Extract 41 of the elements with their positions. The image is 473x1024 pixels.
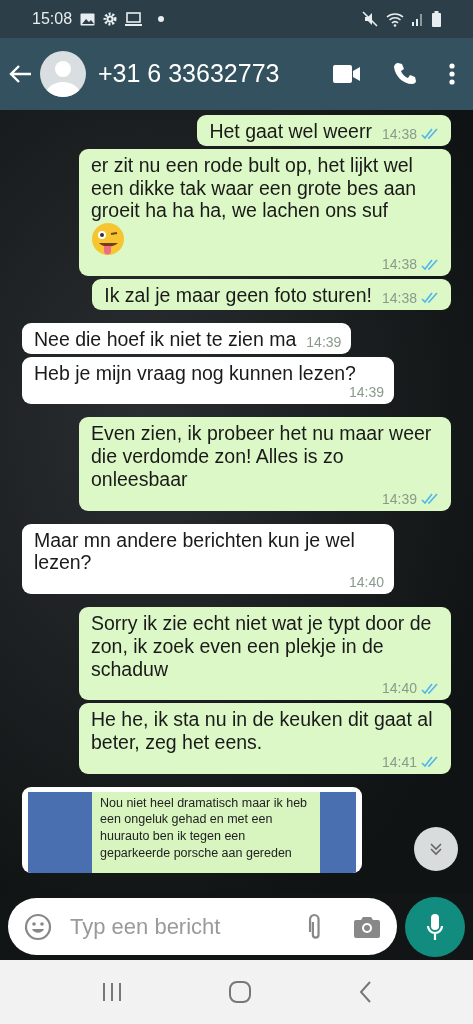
home-icon[interactable] xyxy=(229,981,252,1003)
mute-icon xyxy=(362,11,378,27)
avatar[interactable] xyxy=(40,51,86,97)
battery-icon xyxy=(432,11,441,27)
screenshot-message-text: Nou niet heel dramatisch maar ik heb een ongeluk gehad en met een huurauto ben ik tegen een geparkeerde porsche aan gereden xyxy=(92,791,320,873)
dot-icon xyxy=(158,16,165,22)
emoji-icon[interactable] xyxy=(24,912,52,941)
more-options-icon[interactable] xyxy=(449,63,455,85)
video-call-icon[interactable] xyxy=(333,65,361,83)
laptop-icon xyxy=(125,12,143,26)
message-time: 14:41 xyxy=(381,753,417,771)
recent-apps-icon[interactable] xyxy=(101,982,124,1002)
message-time: 14:38 xyxy=(381,126,417,143)
status-time: 15:08 xyxy=(32,9,73,29)
message-text: Nee die hoef ik niet te zien ma xyxy=(34,327,297,351)
message-time: 14:38 xyxy=(381,256,417,274)
back-icon[interactable] xyxy=(357,981,372,1003)
message-text: Maar mn andere berichten kun je wel lezen? xyxy=(34,528,356,575)
message-time: 14:39 xyxy=(306,333,342,351)
message-text: er zit nu een rode bult op, het lijkt wel een dikke tak waar een grote bes aan groeit ha ha ha, we lachen ons suf xyxy=(91,153,418,223)
message-text: Sorry ik zie echt niet wat je typt door de zon, ik zoek even een plekje in de schaduw xyxy=(91,611,433,681)
double-chevron-down-icon xyxy=(428,841,444,857)
camera-icon[interactable] xyxy=(353,914,381,939)
message-text: He he, ik sta nu in de keuken dit gaat al beter, zeg het eens. xyxy=(91,708,434,754)
image-icon xyxy=(80,12,96,26)
phone-icon[interactable] xyxy=(393,62,417,86)
message-time: 14:40 xyxy=(348,574,384,591)
message-time: 14:39 xyxy=(381,490,417,508)
gear-icon xyxy=(103,12,118,26)
message-time: 14:40 xyxy=(381,680,417,698)
message-time: 14:38 xyxy=(381,290,417,307)
back-arrow-icon[interactable] xyxy=(8,64,32,84)
message-text: Even zien, ik probeer het nu maar weer die verdomde zon! Alles is zo onleesbaar xyxy=(91,422,433,491)
message-text: Heb je mijn vraag nog kunnen lezen? xyxy=(34,361,356,385)
message-field[interactable]: Typ een bericht xyxy=(8,898,397,955)
message-text: Het gaat wel weerr xyxy=(209,120,372,143)
message-text: Ik zal je maar geen foto sturen! xyxy=(104,284,372,307)
signal-icon xyxy=(412,12,424,26)
message-time: 14:39 xyxy=(348,384,384,402)
wifi-icon xyxy=(386,11,404,27)
microphone-icon xyxy=(426,912,444,941)
